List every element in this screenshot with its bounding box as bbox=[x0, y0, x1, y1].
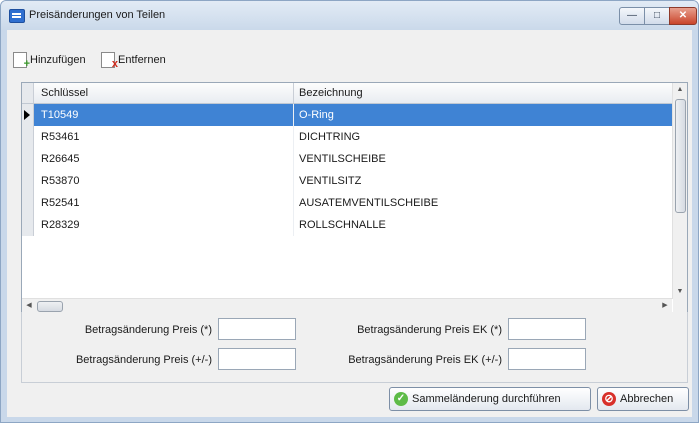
cell-key[interactable]: R53461 bbox=[34, 126, 294, 148]
scroll-down-icon: ▼ bbox=[676, 288, 684, 295]
grid-header: Schlüssel Bezeichnung bbox=[22, 83, 672, 104]
horizontal-scrollbar[interactable]: ◀ ▶ bbox=[22, 298, 672, 313]
row-selector[interactable] bbox=[22, 104, 34, 126]
price-change-panel: Betragsänderung Preis (*) Betragsänderun… bbox=[21, 312, 688, 383]
row-selector[interactable] bbox=[22, 148, 34, 170]
cell-name[interactable]: DICHTRING bbox=[294, 126, 677, 148]
preis-ek-percent-input[interactable] bbox=[508, 318, 586, 340]
document-remove-icon: x bbox=[101, 52, 118, 70]
title-bar[interactable]: Preisänderungen von Teilen — □ ✕ bbox=[1, 1, 698, 30]
row-selector[interactable] bbox=[22, 126, 34, 148]
remove-button-label: Entfernen bbox=[118, 54, 166, 66]
app-icon bbox=[9, 9, 25, 23]
maximize-button[interactable]: □ bbox=[644, 7, 670, 25]
scroll-left-icon: ◀ bbox=[26, 302, 32, 309]
preis-abs-input[interactable] bbox=[218, 348, 296, 370]
preis-ek-abs-input[interactable] bbox=[508, 348, 586, 370]
scroll-left-button[interactable]: ◀ bbox=[22, 299, 36, 313]
current-row-arrow-icon bbox=[24, 110, 30, 120]
dialog-window: Preisänderungen von Teilen — □ ✕ + Hinzu… bbox=[0, 0, 699, 423]
table-row[interactable]: R26645 VENTILSCHEIBE bbox=[22, 148, 672, 170]
close-icon: ✕ bbox=[678, 10, 688, 21]
cell-key[interactable]: R28329 bbox=[34, 214, 294, 236]
cell-name[interactable]: AUSATEMVENTILSCHEIBE bbox=[294, 192, 677, 214]
minimize-icon: — bbox=[627, 10, 637, 21]
checkmark-icon: ✓ bbox=[394, 392, 408, 406]
scroll-down-button[interactable]: ▼ bbox=[673, 285, 687, 299]
cell-key[interactable]: R26645 bbox=[34, 148, 294, 170]
cell-key[interactable]: R52541 bbox=[34, 192, 294, 214]
scroll-right-icon: ▶ bbox=[662, 302, 668, 309]
column-header-schluessel[interactable]: Schlüssel bbox=[34, 83, 294, 103]
add-button-label: Hinzufügen bbox=[30, 54, 86, 66]
table-row[interactable]: R52541 AUSATEMVENTILSCHEIBE bbox=[22, 192, 672, 214]
window-title: Preisänderungen von Teilen bbox=[29, 9, 166, 21]
dialog-client-area: + Hinzufügen x Entfernen Schlüssel Bezei… bbox=[7, 30, 692, 417]
horizontal-scroll-thumb[interactable] bbox=[37, 301, 63, 312]
remove-button[interactable]: x Entfernen bbox=[101, 50, 166, 70]
parts-grid: Schlüssel Bezeichnung T10549 O-Ring R534… bbox=[21, 82, 688, 314]
close-button[interactable]: ✕ bbox=[669, 7, 697, 25]
cancel-button-label: Abbrechen bbox=[620, 393, 674, 405]
cell-name[interactable]: VENTILSCHEIBE bbox=[294, 148, 677, 170]
preis-abs-label: Betragsänderung Preis (+/-) bbox=[75, 354, 212, 366]
preis-percent-label: Betragsänderung Preis (*) bbox=[84, 324, 212, 336]
preis-ek-abs-label: Betragsänderung Preis EK (+/-) bbox=[348, 354, 502, 366]
scroll-up-button[interactable]: ▲ bbox=[673, 83, 687, 97]
column-header-bezeichnung[interactable]: Bezeichnung bbox=[294, 83, 677, 103]
table-row[interactable]: R53461 DICHTRING bbox=[22, 126, 672, 148]
row-selector[interactable] bbox=[22, 192, 34, 214]
table-row[interactable]: R28329 ROLLSCHNALLE bbox=[22, 214, 672, 236]
document-add-icon: + bbox=[13, 52, 30, 70]
preis-percent-input[interactable] bbox=[218, 318, 296, 340]
table-row[interactable]: R53870 VENTILSITZ bbox=[22, 170, 672, 192]
cell-key[interactable]: T10549 bbox=[34, 104, 294, 126]
table-row[interactable]: T10549 O-Ring bbox=[22, 104, 672, 126]
vertical-scroll-thumb[interactable] bbox=[675, 99, 686, 213]
preis-ek-percent-label: Betragsänderung Preis EK (*) bbox=[357, 324, 502, 336]
apply-button-label: Sammeländerung durchführen bbox=[412, 393, 561, 405]
scroll-right-button[interactable]: ▶ bbox=[658, 299, 672, 313]
grid-header-corner bbox=[22, 83, 34, 103]
cell-name[interactable]: VENTILSITZ bbox=[294, 170, 677, 192]
cell-key[interactable]: R53870 bbox=[34, 170, 294, 192]
apply-bulk-change-button[interactable]: ✓ Sammeländerung durchführen bbox=[389, 387, 591, 411]
row-selector[interactable] bbox=[22, 214, 34, 236]
scroll-up-icon: ▲ bbox=[676, 86, 684, 93]
scrollbar-corner bbox=[673, 299, 687, 313]
row-selector[interactable] bbox=[22, 170, 34, 192]
cancel-icon: ⊘ bbox=[602, 392, 616, 406]
cancel-button[interactable]: ⊘ Abbrechen bbox=[597, 387, 689, 411]
cell-name[interactable]: O-Ring bbox=[294, 104, 677, 126]
cell-name[interactable]: ROLLSCHNALLE bbox=[294, 214, 677, 236]
add-button[interactable]: + Hinzufügen bbox=[13, 50, 86, 70]
vertical-scrollbar[interactable]: ▲ ▼ bbox=[672, 83, 687, 299]
maximize-icon: □ bbox=[653, 10, 661, 21]
minimize-button[interactable]: — bbox=[619, 7, 645, 25]
